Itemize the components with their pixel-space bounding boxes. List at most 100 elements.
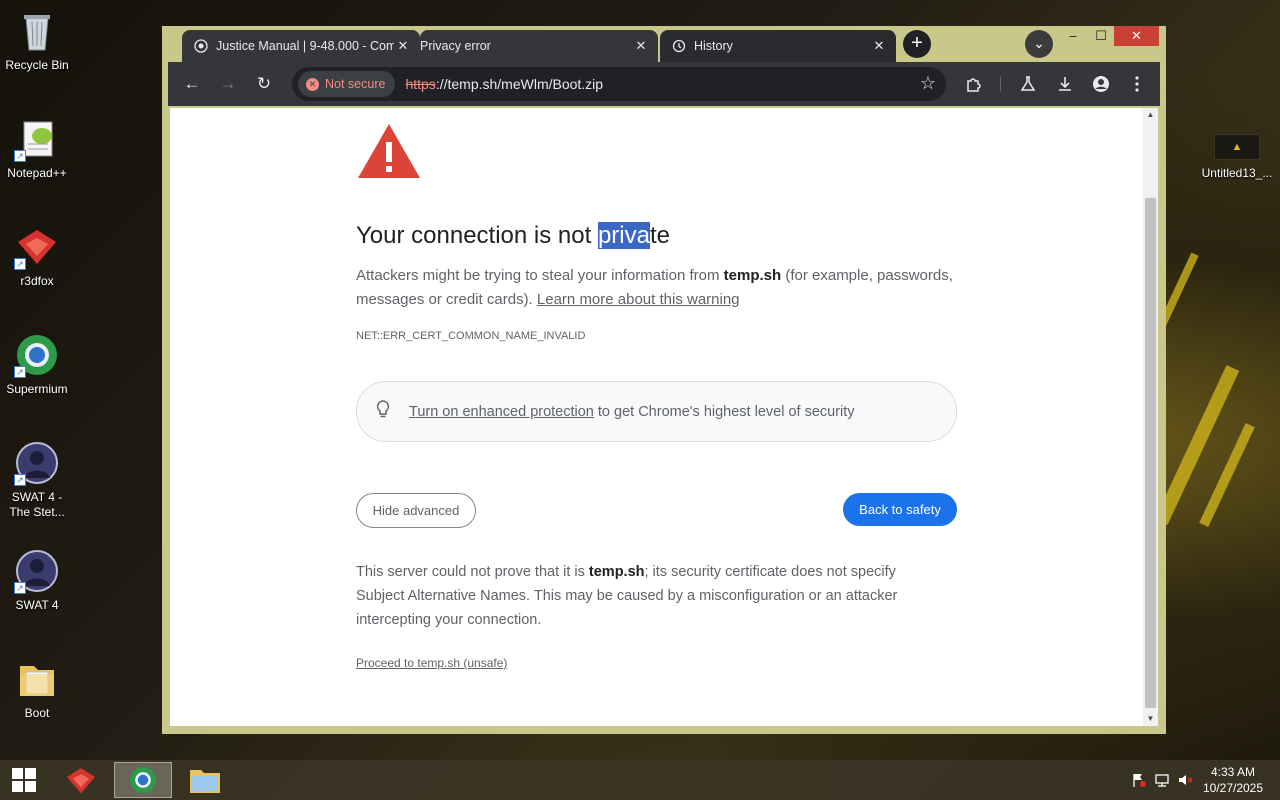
profile-button[interactable] bbox=[1083, 66, 1119, 102]
minimize-button[interactable]: – bbox=[1058, 26, 1088, 46]
lightbulb-icon bbox=[373, 400, 393, 423]
recycle-bin-icon bbox=[14, 8, 60, 54]
download-icon bbox=[1059, 77, 1071, 91]
desktop-icon-swat4[interactable]: ↗ SWAT 4 bbox=[0, 548, 74, 613]
windows-logo-icon bbox=[12, 768, 36, 792]
page-title: Your connection is not private bbox=[356, 222, 670, 250]
desktop-icon-boot-folder[interactable]: Boot bbox=[0, 656, 74, 721]
forward-button[interactable]: → bbox=[210, 66, 246, 102]
warning-triangle-icon bbox=[358, 124, 420, 178]
folder-icon bbox=[14, 656, 60, 702]
warning-paragraph: Attackers might be trying to steal your … bbox=[356, 264, 956, 312]
desktop-icon-notepad-plus-plus[interactable]: ↗ Notepad++ bbox=[0, 116, 74, 181]
menu-button[interactable] bbox=[1119, 66, 1155, 102]
tab-privacy-error[interactable]: Privacy error ✕ bbox=[420, 30, 658, 62]
notepad-plus-plus-icon: ↗ bbox=[14, 116, 60, 162]
history-icon bbox=[672, 39, 686, 53]
url-text[interactable]: https://temp.sh/meWlm/Boot.zip bbox=[405, 76, 603, 92]
host-name: temp.sh bbox=[723, 267, 782, 284]
action-center-flag-icon[interactable] bbox=[1128, 760, 1150, 800]
url-rest: ://temp.sh/meWlm/Boot.zip bbox=[435, 76, 604, 92]
chevron-down-icon: ⌄ bbox=[1033, 35, 1045, 51]
desktop-icon-recycle-bin[interactable]: Recycle Bin bbox=[0, 8, 74, 73]
learn-more-link[interactable]: Learn more about this warning bbox=[537, 291, 740, 308]
shortcut-arrow-icon: ↗ bbox=[14, 258, 26, 270]
tab-title: Privacy error bbox=[420, 39, 491, 53]
browser-window: Justice Manual | 9-48.000 - Com ✕ Privac… bbox=[162, 26, 1166, 734]
wallpaper-stripe bbox=[1154, 365, 1240, 525]
close-tab-icon[interactable]: ✕ bbox=[632, 38, 650, 54]
desktop-icon-label: Untitled13_... bbox=[1201, 166, 1273, 180]
extensions-button[interactable] bbox=[956, 66, 992, 102]
network-icon[interactable] bbox=[1151, 760, 1173, 800]
swat4-icon: ↗ bbox=[14, 440, 60, 486]
close-window-button[interactable]: ✕ bbox=[1114, 26, 1159, 46]
tab-strip: Justice Manual | 9-48.000 - Com ✕ Privac… bbox=[162, 26, 1166, 62]
not-secure-label: Not secure bbox=[325, 77, 386, 91]
title-selected-text: priva bbox=[597, 222, 650, 249]
system-clock[interactable]: 4:33 AM 10/27/2025 bbox=[1198, 764, 1268, 796]
taskbar-supermium[interactable] bbox=[114, 762, 172, 798]
taskbar: 4:33 AM 10/27/2025 bbox=[0, 760, 1280, 800]
error-code: NET::ERR_CERT_COMMON_NAME_INVALID bbox=[356, 330, 586, 342]
scroll-down-arrow-icon[interactable]: ▼ bbox=[1143, 712, 1158, 726]
labs-button[interactable] bbox=[1010, 66, 1046, 102]
plus-icon: + bbox=[911, 32, 923, 54]
tab-title: History bbox=[694, 39, 733, 53]
desktop-icon-label: SWAT 4 - The Stet... bbox=[9, 490, 65, 519]
more-vert-icon bbox=[1135, 76, 1139, 92]
close-tab-icon[interactable]: ✕ bbox=[870, 38, 888, 54]
browser-toolbar: ← → ↻ ✕ Not secure https://temp.sh/meWlm… bbox=[168, 62, 1160, 106]
scroll-up-arrow-icon[interactable]: ▲ bbox=[1143, 108, 1158, 122]
desktop-icon-label: Recycle Bin bbox=[5, 58, 69, 72]
image-file-icon: ▲ bbox=[1214, 134, 1260, 160]
title-before: Your connection is not bbox=[356, 222, 598, 249]
scrollbar-thumb[interactable] bbox=[1145, 198, 1156, 708]
swat4-icon: ↗ bbox=[14, 548, 60, 594]
flask-icon bbox=[1020, 76, 1036, 91]
desktop-icon-label: Supermium bbox=[6, 382, 68, 396]
tab-search-button[interactable]: ⌄ bbox=[1025, 30, 1053, 58]
hide-advanced-button[interactable]: Hide advanced bbox=[356, 493, 476, 528]
not-secure-chip[interactable]: ✕ Not secure bbox=[298, 71, 396, 97]
r3dfox-icon: ↗ bbox=[14, 224, 60, 270]
host-name: temp.sh bbox=[588, 564, 645, 580]
shortcut-arrow-icon: ↗ bbox=[14, 150, 26, 162]
back-button[interactable]: ← bbox=[174, 66, 210, 102]
downloads-button[interactable] bbox=[1047, 66, 1083, 102]
desktop-icon-supermium[interactable]: ↗ Supermium bbox=[0, 332, 74, 397]
maximize-button[interactable]: ☐ bbox=[1086, 26, 1116, 46]
desktop-icon-label: SWAT 4 bbox=[15, 598, 59, 612]
desktop-icon-label: r3dfox bbox=[20, 274, 54, 288]
profile-icon bbox=[1093, 76, 1109, 92]
reload-icon: ↻ bbox=[256, 74, 272, 93]
tab-justice-manual[interactable]: Justice Manual | 9-48.000 - Com ✕ bbox=[182, 30, 420, 62]
taskbar-file-explorer[interactable] bbox=[176, 762, 234, 798]
desktop-icon-r3dfox[interactable]: ↗ r3dfox bbox=[0, 224, 74, 289]
start-button[interactable] bbox=[0, 762, 48, 798]
enhanced-protection-link[interactable]: Turn on enhanced protection bbox=[409, 404, 594, 420]
tab-history[interactable]: History ✕ bbox=[660, 30, 896, 62]
desktop-icon-untitled13[interactable]: ▲ Untitled13_... bbox=[1200, 134, 1274, 180]
title-after: te bbox=[649, 222, 670, 249]
not-secure-icon: ✕ bbox=[306, 77, 319, 91]
supermium-icon bbox=[129, 766, 157, 794]
close-tab-icon[interactable]: ✕ bbox=[394, 38, 412, 54]
back-to-safety-button[interactable]: Back to safety bbox=[843, 493, 957, 526]
toolbar-divider bbox=[1000, 76, 1001, 92]
bookmark-star-icon[interactable]: ☆ bbox=[920, 73, 936, 94]
shortcut-arrow-icon: ↗ bbox=[14, 366, 26, 378]
new-tab-button[interactable]: + bbox=[903, 30, 931, 58]
reload-button[interactable]: ↻ bbox=[246, 66, 282, 102]
vertical-scrollbar[interactable]: ▲ ▼ bbox=[1143, 108, 1158, 726]
shortcut-arrow-icon: ↗ bbox=[14, 582, 26, 594]
address-bar[interactable]: ✕ Not secure https://temp.sh/meWlm/Boot.… bbox=[292, 67, 946, 101]
proceed-unsafe-link[interactable]: Proceed to temp.sh (unsafe) bbox=[356, 656, 507, 670]
volume-muted-icon[interactable] bbox=[1174, 760, 1196, 800]
supermium-icon: ↗ bbox=[14, 332, 60, 378]
taskbar-r3dfox[interactable] bbox=[52, 762, 110, 798]
paragraph-text: This server could not prove that it is bbox=[356, 564, 589, 580]
globe-icon bbox=[194, 39, 208, 53]
arrow-left-icon: ← bbox=[183, 74, 201, 93]
desktop-icon-swat4-stetchkov[interactable]: ↗ SWAT 4 - The Stet... bbox=[0, 440, 74, 520]
